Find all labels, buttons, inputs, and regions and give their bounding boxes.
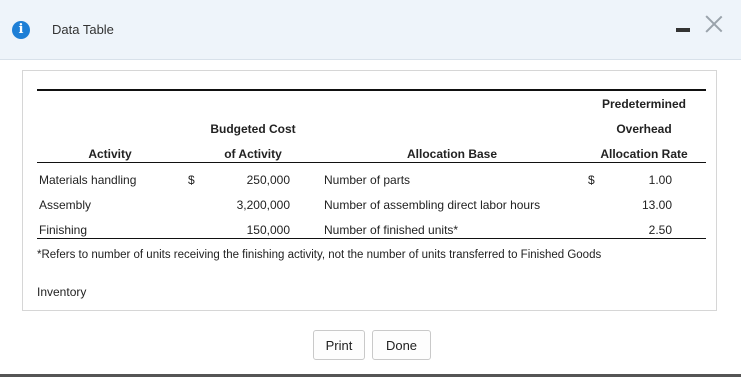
close-button[interactable] bbox=[701, 11, 727, 37]
row-rate: 2.50 bbox=[648, 223, 672, 237]
row-cost-symbol: $ bbox=[188, 173, 195, 187]
row-cost: 150,000 bbox=[246, 223, 290, 237]
row-cost: 250,000 bbox=[246, 173, 290, 187]
footnote-continuation: Inventory bbox=[37, 285, 87, 299]
info-icon: i bbox=[12, 21, 30, 39]
rate-header-line2: Overhead bbox=[616, 122, 672, 136]
table-top-rule bbox=[37, 89, 706, 91]
row-allocation-base: Number of finished units* bbox=[324, 223, 459, 237]
header-rule bbox=[37, 162, 706, 163]
row-rate-symbol: $ bbox=[588, 173, 595, 187]
print-button[interactable]: Print bbox=[313, 330, 365, 360]
rate-header-line1: Predetermined bbox=[601, 97, 687, 111]
minimize-button[interactable] bbox=[676, 28, 690, 32]
row-rate: 13.00 bbox=[641, 198, 672, 212]
cost-header-line2: of Activity bbox=[224, 147, 282, 161]
dialog-title: Data Table bbox=[52, 22, 114, 37]
allocation-base-header: Allocation Base bbox=[406, 147, 498, 161]
row-rate: 1.00 bbox=[648, 173, 672, 187]
row-activity: Assembly bbox=[39, 198, 92, 212]
table-bottom-rule bbox=[37, 238, 706, 239]
row-allocation-base: Number of assembling direct labor hours bbox=[324, 198, 541, 212]
activity-header: Activity bbox=[88, 147, 132, 161]
row-cost: 3,200,000 bbox=[236, 198, 290, 212]
cost-header-line1: Budgeted Cost bbox=[210, 122, 296, 136]
row-activity: Finishing bbox=[39, 223, 88, 237]
row-activity: Materials handling bbox=[39, 173, 137, 187]
rate-header-line3: Allocation Rate bbox=[600, 147, 688, 161]
dialog-titlebar: i Data Table bbox=[0, 0, 741, 60]
row-allocation-base: Number of parts bbox=[324, 173, 411, 187]
footnote: *Refers to number of units receiving the… bbox=[37, 249, 602, 261]
done-button[interactable]: Done bbox=[372, 330, 431, 360]
